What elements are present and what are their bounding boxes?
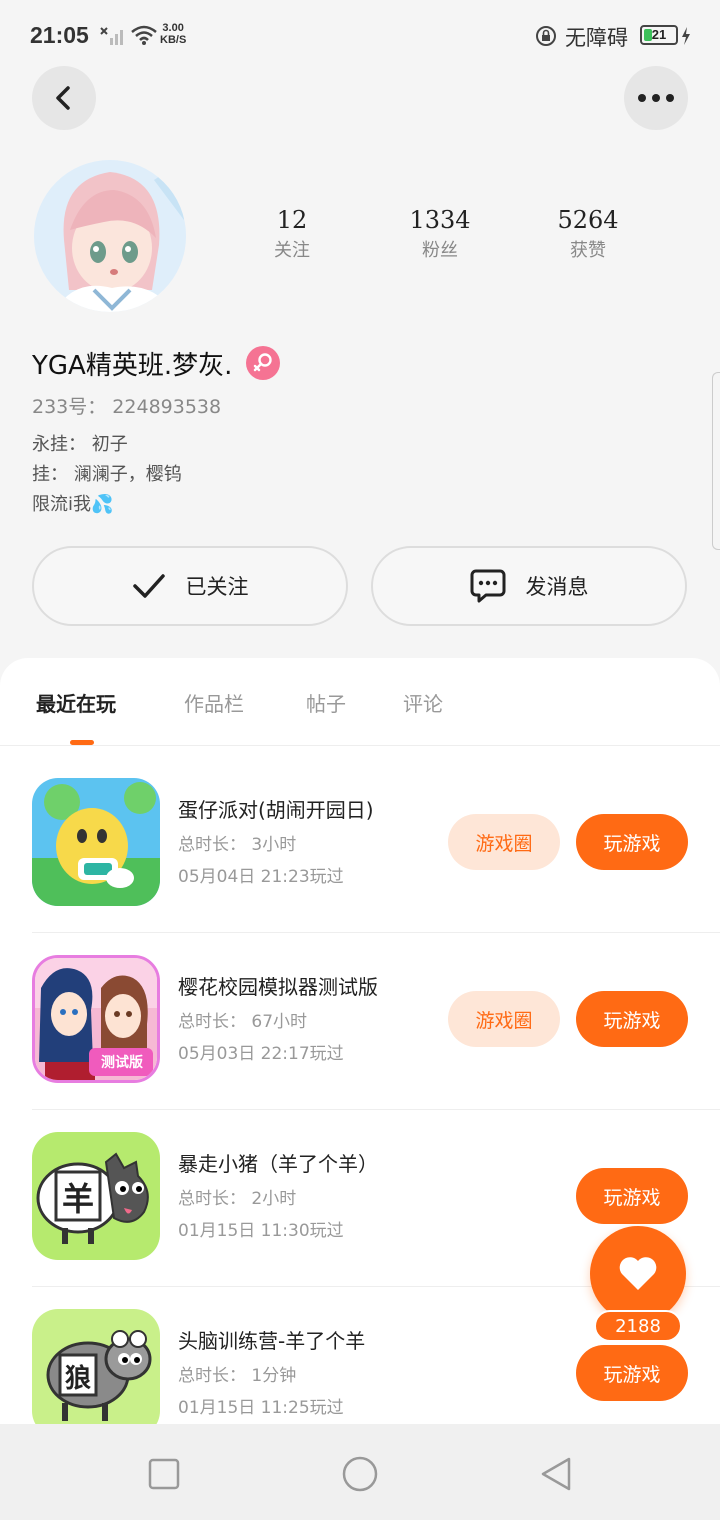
stat-likes[interactable]: 5264 获赞 — [528, 204, 648, 266]
likes-count: 5264 — [557, 206, 619, 234]
charging-icon — [682, 27, 690, 45]
rotation-lock-icon — [536, 26, 556, 46]
username: YGA精英班.梦灰. — [32, 350, 233, 381]
game-row[interactable]: 测试版 樱花校园模拟器测试版 总时长： 67小时 05月03日 22:17玩过 … — [32, 933, 720, 1110]
likes-label: 获赞 — [570, 240, 606, 261]
more-button[interactable] — [624, 66, 688, 130]
bio: 永挂： 初子 挂： 澜澜子，樱钨 限流i我💦 — [32, 430, 182, 520]
nav-triangle-icon — [541, 1457, 571, 1491]
play-game-button[interactable]: 玩游戏 — [576, 1345, 688, 1401]
status-bar: 21:05 3.00 KB/S 无障碍 21 — [0, 0, 720, 60]
nav-circle-icon — [342, 1456, 378, 1492]
tab-bar: 最近在玩 作品栏 帖子 评论 — [0, 658, 720, 746]
game-icon[interactable]: 狼 — [32, 1309, 160, 1424]
game-duration: 总时长： 2小时 — [178, 1189, 297, 1209]
game-last-played: 05月04日 21:23玩过 — [178, 867, 344, 887]
following-label: 关注 — [274, 240, 310, 261]
message-label: 发消息 — [525, 575, 589, 599]
username-row: YGA精英班.梦灰. — [32, 344, 281, 382]
tab-indicator — [70, 740, 94, 745]
game-circle-button[interactable]: 游戏圈 — [448, 814, 560, 870]
following-count: 12 — [276, 206, 308, 234]
wifi-icon — [131, 25, 157, 45]
check-icon — [132, 574, 165, 598]
stat-following[interactable]: 12 关注 — [232, 204, 352, 266]
follow-button[interactable]: 已关注 — [32, 546, 348, 626]
tab-comments[interactable]: 评论 — [403, 688, 443, 717]
game-row[interactable]: 蛋仔派对(胡闹开园日) 总时长： 3小时 05月04日 21:23玩过 游戏圈 … — [32, 756, 720, 933]
game-name: 暴走小猪（羊了个羊） — [178, 1152, 378, 1176]
game-icon[interactable] — [32, 778, 160, 906]
bio-line: 限流i我💦 — [32, 494, 114, 515]
heart-icon — [619, 1257, 657, 1290]
game-last-played: 05月03日 22:17玩过 — [178, 1044, 344, 1064]
game-name: 樱花校园模拟器测试版 — [178, 975, 378, 999]
signal-icon — [100, 27, 123, 45]
followers-label: 粉丝 — [422, 240, 458, 261]
tab-works[interactable]: 作品栏 — [184, 688, 244, 717]
game-last-played: 01月15日 11:25玩过 — [178, 1398, 344, 1418]
accessibility-label: 无障碍 — [565, 26, 628, 50]
nav-back-button[interactable] — [536, 1454, 576, 1494]
system-nav-bar — [0, 1424, 720, 1520]
avatar[interactable] — [34, 160, 186, 312]
network-speed: 3.00 KB/S — [160, 22, 187, 46]
nav-recents-button[interactable] — [144, 1454, 184, 1494]
tab-recent-play[interactable]: 最近在玩 — [36, 688, 116, 717]
game-duration: 总时长： 67小时 — [178, 1012, 308, 1032]
like-count: 2188 — [594, 1310, 682, 1342]
game-duration: 总时长： 3小时 — [178, 835, 297, 855]
nav-home-button[interactable] — [340, 1454, 380, 1494]
play-game-button[interactable]: 玩游戏 — [576, 814, 688, 870]
game-icon-glyph: 狼 — [64, 1364, 91, 1394]
game-duration: 总时长： 1分钟 — [178, 1366, 297, 1386]
nav-square-icon — [148, 1458, 180, 1490]
game-icon-glyph: 羊 — [61, 1180, 94, 1218]
battery-icon: 21 — [640, 25, 678, 45]
avatar-image — [34, 160, 186, 312]
back-arrow-icon — [56, 86, 70, 110]
followers-count: 1334 — [409, 206, 471, 234]
more-dots-icon — [638, 94, 674, 102]
message-button[interactable]: 发消息 — [371, 546, 687, 626]
game-circle-button[interactable]: 游戏圈 — [448, 991, 560, 1047]
bio-line: 永挂： 初子 — [32, 434, 128, 455]
gender-badge — [246, 346, 281, 380]
like-button[interactable] — [590, 1226, 686, 1322]
game-name: 蛋仔派对(胡闹开园日) — [178, 798, 374, 822]
game-last-played: 01月15日 11:30玩过 — [178, 1221, 344, 1241]
tab-posts[interactable]: 帖子 — [306, 688, 346, 717]
follow-label: 已关注 — [185, 575, 249, 599]
female-icon — [254, 353, 273, 372]
bio-line: 挂： 澜澜子，樱钨 — [32, 464, 182, 485]
user-id: 233号： 224893538 — [32, 396, 222, 418]
edge-handle[interactable] — [712, 372, 720, 550]
stat-followers[interactable]: 1334 粉丝 — [380, 204, 500, 266]
back-button[interactable] — [32, 66, 96, 130]
test-version-badge: 测试版 — [101, 1055, 143, 1071]
play-game-button[interactable]: 玩游戏 — [576, 991, 688, 1047]
game-icon[interactable]: 测试版 — [32, 955, 160, 1083]
play-game-button[interactable]: 玩游戏 — [576, 1168, 688, 1224]
game-name: 头脑训练营-羊了个羊 — [178, 1329, 366, 1353]
status-time: 21:05 — [30, 22, 89, 48]
game-icon[interactable]: 羊 — [32, 1132, 160, 1260]
message-bubble-icon — [470, 569, 505, 603]
